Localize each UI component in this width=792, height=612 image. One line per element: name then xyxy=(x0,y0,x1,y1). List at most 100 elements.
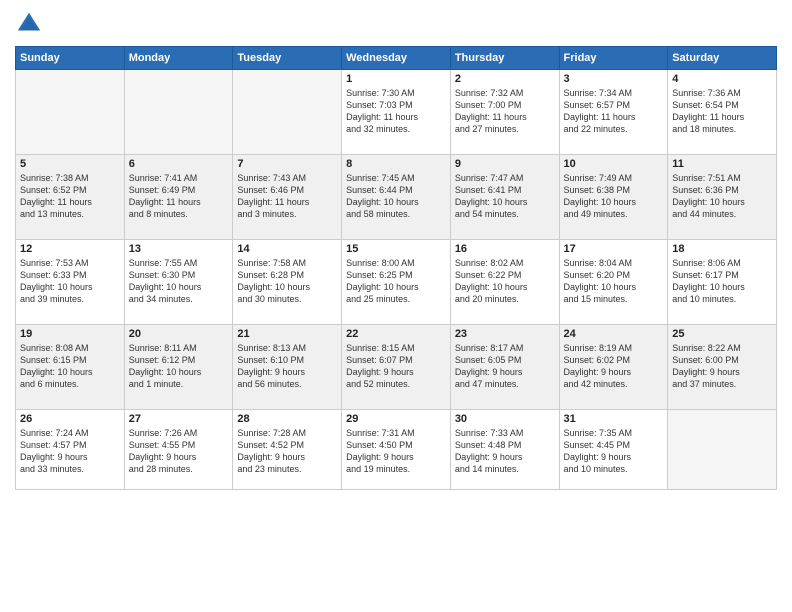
calendar-cell: 10Sunrise: 7:49 AM Sunset: 6:38 PM Dayli… xyxy=(559,155,668,240)
page: SundayMondayTuesdayWednesdayThursdayFrid… xyxy=(0,0,792,612)
calendar-week-2: 5 Sunrise: 7:38 AM Sunset: 6:52 PM Daylig… xyxy=(16,155,777,240)
calendar-cell: 20 Sunrise: 8:11 AM Sunset: 6:12 PM Dayli… xyxy=(124,325,233,410)
calendar-week-4: 19Sunrise: 8:08 AM Sunset: 6:15 PM Dayli… xyxy=(16,325,777,410)
day-number: 7 xyxy=(237,158,337,170)
day-number: 19 xyxy=(20,328,120,340)
day-number: 13 xyxy=(129,243,229,255)
day-info: Sunrise: 7:36 AM Sunset: 6:54 PM Dayligh… xyxy=(672,87,772,136)
calendar-cell: 11 Sunrise: 7:51 AM Sunset: 6:36 PM Dayli… xyxy=(668,155,777,240)
calendar-cell: 8Sunrise: 7:45 AM Sunset: 6:44 PM Daylig… xyxy=(342,155,451,240)
calendar-week-3: 12 Sunrise: 7:53 AM Sunset: 6:33 PM Dayli… xyxy=(16,240,777,325)
calendar-cell: 9 Sunrise: 7:47 AM Sunset: 6:41 PM Daylig… xyxy=(450,155,559,240)
day-number: 6 xyxy=(129,158,229,170)
calendar-cell: 5 Sunrise: 7:38 AM Sunset: 6:52 PM Daylig… xyxy=(16,155,125,240)
calendar-header-sunday: Sunday xyxy=(16,47,125,70)
calendar-cell: 25 Sunrise: 8:22 AM Sunset: 6:00 PM Dayli… xyxy=(668,325,777,410)
day-number: 25 xyxy=(672,328,772,340)
day-info: Sunrise: 7:41 AM Sunset: 6:49 PM Dayligh… xyxy=(129,172,229,221)
calendar-header-wednesday: Wednesday xyxy=(342,47,451,70)
day-number: 29 xyxy=(346,413,446,425)
day-info: Sunrise: 8:15 AM Sunset: 6:07 PM Dayligh… xyxy=(346,342,446,391)
day-info: Sunrise: 7:55 AM Sunset: 6:30 PM Dayligh… xyxy=(129,257,229,306)
day-info: Sunrise: 7:53 AM Sunset: 6:33 PM Dayligh… xyxy=(20,257,120,306)
day-info: Sunrise: 8:04 AM Sunset: 6:20 PM Dayligh… xyxy=(564,257,664,306)
day-number: 14 xyxy=(237,243,337,255)
calendar-header-saturday: Saturday xyxy=(668,47,777,70)
calendar-cell: 2 Sunrise: 7:32 AM Sunset: 7:00 PM Daylig… xyxy=(450,70,559,155)
calendar-cell: 22 Sunrise: 8:15 AM Sunset: 6:07 PM Dayli… xyxy=(342,325,451,410)
day-number: 3 xyxy=(564,73,664,85)
day-info: Sunrise: 7:47 AM Sunset: 6:41 PM Dayligh… xyxy=(455,172,555,221)
calendar-cell: 23 Sunrise: 8:17 AM Sunset: 6:05 PM Dayli… xyxy=(450,325,559,410)
day-info: Sunrise: 8:06 AM Sunset: 6:17 PM Dayligh… xyxy=(672,257,772,306)
day-info: Sunrise: 7:34 AM Sunset: 6:57 PM Dayligh… xyxy=(564,87,664,136)
calendar-cell: 15Sunrise: 8:00 AM Sunset: 6:25 PM Dayli… xyxy=(342,240,451,325)
day-number: 18 xyxy=(672,243,772,255)
day-number: 10 xyxy=(564,158,664,170)
calendar-cell: 19Sunrise: 8:08 AM Sunset: 6:15 PM Dayli… xyxy=(16,325,125,410)
calendar-week-1: 1 Sunrise: 7:30 AM Sunset: 7:03 PM Daylig… xyxy=(16,70,777,155)
day-info: Sunrise: 7:24 AM Sunset: 4:57 PM Dayligh… xyxy=(20,427,120,476)
day-number: 1 xyxy=(346,73,446,85)
day-number: 9 xyxy=(455,158,555,170)
day-number: 23 xyxy=(455,328,555,340)
day-info: Sunrise: 7:43 AM Sunset: 6:46 PM Dayligh… xyxy=(237,172,337,221)
calendar-cell: 4 Sunrise: 7:36 AM Sunset: 6:54 PM Daylig… xyxy=(668,70,777,155)
calendar-cell: 31 Sunrise: 7:35 AM Sunset: 4:45 PM Dayli… xyxy=(559,410,668,490)
day-info: Sunrise: 7:51 AM Sunset: 6:36 PM Dayligh… xyxy=(672,172,772,221)
calendar-cell: 21Sunrise: 8:13 AM Sunset: 6:10 PM Dayli… xyxy=(233,325,342,410)
day-number: 11 xyxy=(672,158,772,170)
calendar-cell xyxy=(124,70,233,155)
day-number: 12 xyxy=(20,243,120,255)
day-number: 5 xyxy=(20,158,120,170)
day-info: Sunrise: 7:33 AM Sunset: 4:48 PM Dayligh… xyxy=(455,427,555,476)
header xyxy=(15,10,777,38)
calendar-cell: 12 Sunrise: 7:53 AM Sunset: 6:33 PM Dayli… xyxy=(16,240,125,325)
day-info: Sunrise: 8:11 AM Sunset: 6:12 PM Dayligh… xyxy=(129,342,229,391)
calendar-cell xyxy=(16,70,125,155)
calendar-cell: 6 Sunrise: 7:41 AM Sunset: 6:49 PM Daylig… xyxy=(124,155,233,240)
calendar-cell: 7 Sunrise: 7:43 AM Sunset: 6:46 PM Daylig… xyxy=(233,155,342,240)
calendar-cell: 3 Sunrise: 7:34 AM Sunset: 6:57 PM Daylig… xyxy=(559,70,668,155)
day-number: 31 xyxy=(564,413,664,425)
day-info: Sunrise: 7:38 AM Sunset: 6:52 PM Dayligh… xyxy=(20,172,120,221)
day-number: 2 xyxy=(455,73,555,85)
calendar-cell xyxy=(233,70,342,155)
day-info: Sunrise: 8:02 AM Sunset: 6:22 PM Dayligh… xyxy=(455,257,555,306)
calendar-cell xyxy=(668,410,777,490)
calendar-header-thursday: Thursday xyxy=(450,47,559,70)
day-info: Sunrise: 7:35 AM Sunset: 4:45 PM Dayligh… xyxy=(564,427,664,476)
calendar-header-friday: Friday xyxy=(559,47,668,70)
day-number: 20 xyxy=(129,328,229,340)
calendar-header-monday: Monday xyxy=(124,47,233,70)
day-info: Sunrise: 8:22 AM Sunset: 6:00 PM Dayligh… xyxy=(672,342,772,391)
calendar-cell: 16Sunrise: 8:02 AM Sunset: 6:22 PM Dayli… xyxy=(450,240,559,325)
day-number: 21 xyxy=(237,328,337,340)
logo-icon xyxy=(15,10,43,38)
day-info: Sunrise: 7:30 AM Sunset: 7:03 PM Dayligh… xyxy=(346,87,446,136)
day-info: Sunrise: 7:45 AM Sunset: 6:44 PM Dayligh… xyxy=(346,172,446,221)
calendar-cell: 17Sunrise: 8:04 AM Sunset: 6:20 PM Dayli… xyxy=(559,240,668,325)
day-info: Sunrise: 7:28 AM Sunset: 4:52 PM Dayligh… xyxy=(237,427,337,476)
logo xyxy=(15,10,47,38)
day-number: 27 xyxy=(129,413,229,425)
calendar-cell: 13 Sunrise: 7:55 AM Sunset: 6:30 PM Dayli… xyxy=(124,240,233,325)
day-info: Sunrise: 7:31 AM Sunset: 4:50 PM Dayligh… xyxy=(346,427,446,476)
day-info: Sunrise: 8:17 AM Sunset: 6:05 PM Dayligh… xyxy=(455,342,555,391)
calendar-cell: 28 Sunrise: 7:28 AM Sunset: 4:52 PM Dayli… xyxy=(233,410,342,490)
day-number: 26 xyxy=(20,413,120,425)
day-number: 28 xyxy=(237,413,337,425)
calendar-cell: 18 Sunrise: 8:06 AM Sunset: 6:17 PM Dayli… xyxy=(668,240,777,325)
calendar-header-tuesday: Tuesday xyxy=(233,47,342,70)
day-number: 4 xyxy=(672,73,772,85)
day-number: 15 xyxy=(346,243,446,255)
day-info: Sunrise: 7:32 AM Sunset: 7:00 PM Dayligh… xyxy=(455,87,555,136)
day-number: 30 xyxy=(455,413,555,425)
day-info: Sunrise: 8:19 AM Sunset: 6:02 PM Dayligh… xyxy=(564,342,664,391)
day-info: Sunrise: 7:58 AM Sunset: 6:28 PM Dayligh… xyxy=(237,257,337,306)
calendar-cell: 24Sunrise: 8:19 AM Sunset: 6:02 PM Dayli… xyxy=(559,325,668,410)
calendar-cell: 14 Sunrise: 7:58 AM Sunset: 6:28 PM Dayli… xyxy=(233,240,342,325)
day-info: Sunrise: 7:26 AM Sunset: 4:55 PM Dayligh… xyxy=(129,427,229,476)
calendar-cell: 29 Sunrise: 7:31 AM Sunset: 4:50 PM Dayli… xyxy=(342,410,451,490)
day-number: 22 xyxy=(346,328,446,340)
